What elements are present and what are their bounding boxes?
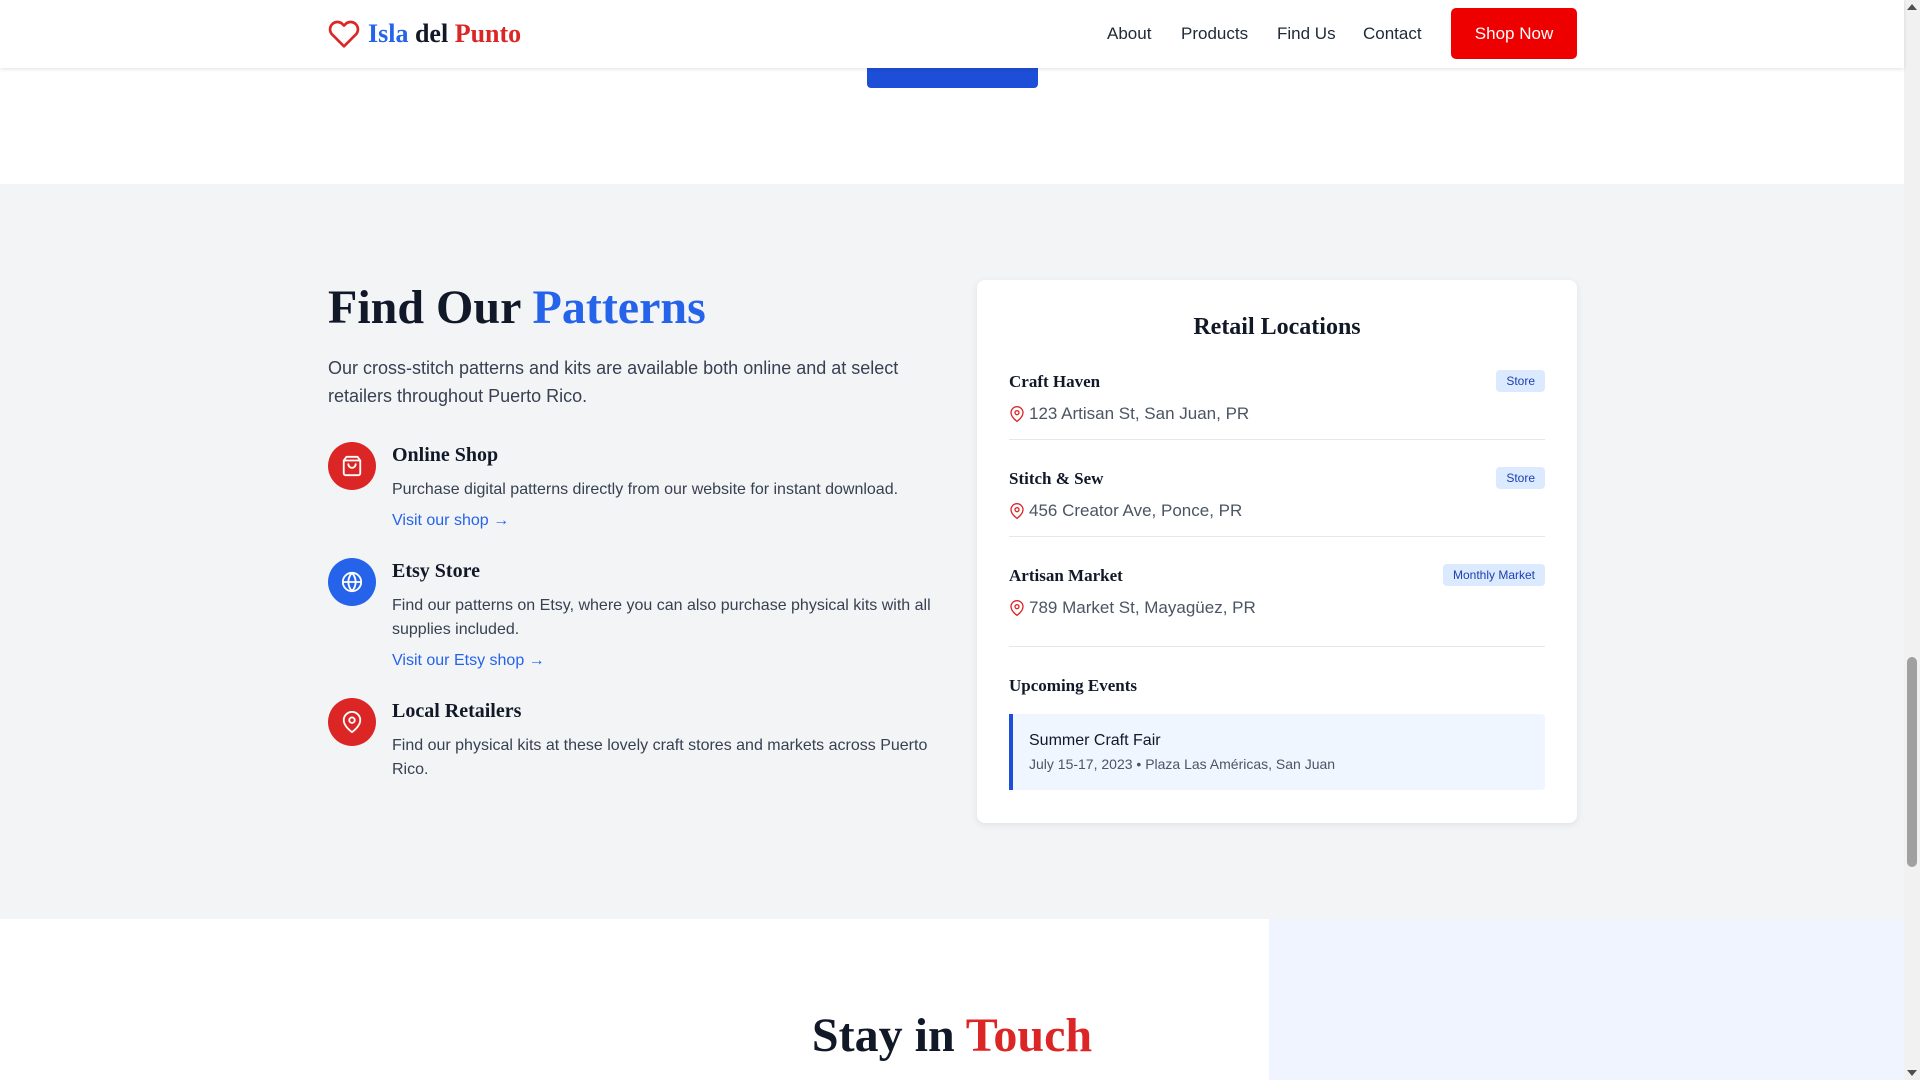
nav-about[interactable]: About <box>1107 24 1151 44</box>
visit-shop-link[interactable]: Visit our shop → <box>392 512 509 530</box>
map-pin-icon <box>1010 600 1024 616</box>
option-icon-wrap <box>328 558 376 606</box>
divider <box>1009 536 1545 537</box>
option-title: Online Shop <box>392 444 499 466</box>
option-desc: Find our patterns on Etsy, where you can… <box>392 597 931 638</box>
location-address-text: 789 Market St, Mayagüez, PR <box>1029 598 1256 617</box>
scroll-thumb[interactable] <box>1907 657 1917 867</box>
page-scrollbar[interactable] <box>1904 0 1920 1080</box>
location-name: Craft Haven <box>1009 372 1101 391</box>
event-card: Summer Craft Fair July 15-17, 2023 • Pla… <box>1009 714 1545 790</box>
map-pin-icon <box>342 711 362 733</box>
location-address: 456 Creator Ave, Ponce, PR <box>1009 501 1242 521</box>
find-section: Find Our Patterns Our cross-stitch patte… <box>0 184 1904 919</box>
option-title: Local Retailers <box>392 700 522 722</box>
map-pin-icon <box>1010 406 1024 422</box>
visit-etsy-link[interactable]: Visit our Etsy shop → <box>392 652 545 670</box>
event-name: Summer Craft Fair <box>1029 732 1161 749</box>
retail-title: Retail Locations <box>1193 314 1361 340</box>
retail-locations-card: Retail Locations Craft Haven Store 123 A… <box>977 280 1577 823</box>
nav-find-us[interactable]: Find Us <box>1277 24 1336 44</box>
scroll-up-arrow-icon[interactable] <box>1907 4 1917 10</box>
option-desc: Purchase digital patterns directly from … <box>392 481 899 498</box>
logo[interactable]: Isla del Punto <box>328 18 521 50</box>
option-etsy-store: Etsy Store Find our patterns on Etsy, wh… <box>328 558 948 678</box>
logo-text-punto: Punto <box>454 19 522 48</box>
contact-title-part1: Stay in <box>811 1009 966 1062</box>
divider <box>1009 646 1545 647</box>
divider <box>1009 439 1545 440</box>
find-title-part2: Patterns <box>532 281 706 334</box>
logo-text: Isla del Punto <box>368 19 521 49</box>
map-pin-icon <box>1010 503 1024 519</box>
location-address: 789 Market St, Mayagüez, PR <box>1009 598 1256 618</box>
location-item: Artisan Market Monthly Market 789 Market… <box>1009 564 1545 663</box>
option-icon-wrap <box>328 698 376 746</box>
logo-text-del: del <box>408 19 455 48</box>
shop-now-button[interactable]: Shop Now <box>1451 8 1577 59</box>
find-intro: Our cross-stitch patterns and kits are a… <box>328 358 899 406</box>
scroll-down-arrow-icon[interactable] <box>1907 1070 1917 1076</box>
logo-text-isla: Isla <box>368 19 409 48</box>
nav-products[interactable]: Products <box>1181 24 1248 44</box>
location-address-text: 456 Creator Ave, Ponce, PR <box>1029 501 1243 520</box>
find-title-part1: Find Our <box>328 281 533 334</box>
events-title: Upcoming Events <box>1009 676 1137 695</box>
location-address: 123 Artisan St, San Juan, PR <box>1009 404 1249 424</box>
location-address-text: 123 Artisan St, San Juan, PR <box>1029 404 1250 423</box>
location-item: Craft Haven Store 123 Artisan St, San Ju… <box>1009 370 1545 469</box>
nav-contact[interactable]: Contact <box>1363 24 1422 44</box>
shopping-bag-icon <box>342 455 362 477</box>
location-badge: Monthly Market <box>1442 564 1545 586</box>
heart-icon <box>328 20 360 48</box>
location-name: Artisan Market <box>1009 566 1123 585</box>
globe-icon <box>341 571 363 593</box>
find-title: Find Our Patterns <box>328 280 706 335</box>
contact-title: Stay in Touch <box>0 1008 1904 1063</box>
location-item: Stitch & Sew Store 456 Creator Ave, Ponc… <box>1009 467 1545 566</box>
option-local-retailers: Local Retailers Find our physical kits a… <box>328 698 948 798</box>
contact-title-part2: Touch <box>965 1009 1093 1062</box>
event-meta: July 15-17, 2023 • Plaza Las Américas, S… <box>1029 756 1336 772</box>
option-online-shop: Online Shop Purchase digital patterns di… <box>328 442 948 542</box>
site-header: Isla del Punto About Products Find Us Co… <box>0 0 1904 68</box>
option-title: Etsy Store <box>392 560 480 582</box>
location-badge: Store <box>1496 467 1545 489</box>
option-icon-wrap <box>328 442 376 490</box>
option-desc: Find our physical kits at these lovely c… <box>392 737 928 778</box>
location-badge: Store <box>1496 370 1545 392</box>
location-name: Stitch & Sew <box>1009 469 1104 488</box>
